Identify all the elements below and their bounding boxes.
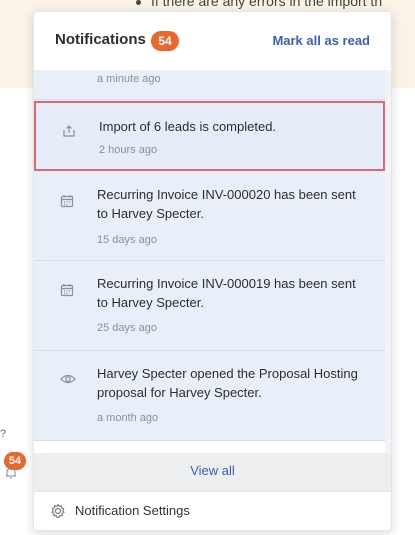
view-all-bar: View all bbox=[34, 453, 391, 491]
notification-time: 2 hours ago bbox=[99, 144, 158, 156]
notification-item[interactable]: Import of 6 leads is completed. 2 hours … bbox=[34, 101, 385, 171]
notification-item[interactable]: Recurring Invoice INV-000019 has been se… bbox=[34, 261, 385, 351]
scrollbar[interactable] bbox=[385, 71, 391, 453]
eye-icon bbox=[60, 374, 76, 384]
notification-item[interactable]: Harvey Specter opened the Proposal Hosti… bbox=[34, 351, 385, 441]
notification-count-badge: 54 bbox=[151, 31, 179, 51]
notification-list-filler bbox=[34, 441, 385, 453]
notification-text: Recurring Invoice INV-000019 has been se… bbox=[97, 276, 356, 310]
panel-title: Notifications bbox=[55, 31, 146, 48]
notification-list[interactable]: a minute ago Import of 6 leads is comple… bbox=[34, 71, 391, 453]
calendar-icon bbox=[60, 284, 74, 297]
notification-time: 15 days ago bbox=[97, 234, 157, 246]
notification-settings-link[interactable]: Notification Settings bbox=[75, 503, 190, 518]
notification-time: a minute ago bbox=[97, 73, 161, 85]
notification-item[interactable]: Recurring Invoice INV-000020 has been se… bbox=[34, 172, 385, 261]
gear-icon[interactable] bbox=[50, 503, 66, 519]
mark-all-read-link[interactable]: Mark all as read bbox=[272, 33, 370, 48]
panel-header: Notifications 54 Mark all as read bbox=[34, 12, 391, 71]
view-all-link[interactable]: View all bbox=[190, 463, 235, 478]
calendar-icon bbox=[60, 195, 74, 208]
notification-text: Harvey Specter opened the Proposal Hosti… bbox=[97, 366, 358, 400]
notification-time: a month ago bbox=[97, 412, 159, 424]
notifications-panel: Notifications 54 Mark all as read a minu… bbox=[33, 11, 392, 531]
upload-icon bbox=[63, 125, 75, 137]
bell-icon[interactable] bbox=[4, 466, 18, 480]
background-bullet-text: If there are any errors in the import th bbox=[136, 0, 382, 9]
notification-text: Recurring Invoice INV-000020 has been se… bbox=[97, 187, 356, 221]
panel-footer: Notification Settings bbox=[34, 491, 391, 530]
background-question-mark: ? bbox=[0, 428, 7, 440]
notification-text: Import of 6 leads is completed. bbox=[99, 119, 277, 134]
notification-time: 25 days ago bbox=[97, 322, 157, 334]
notification-item[interactable]: a minute ago bbox=[34, 71, 385, 100]
